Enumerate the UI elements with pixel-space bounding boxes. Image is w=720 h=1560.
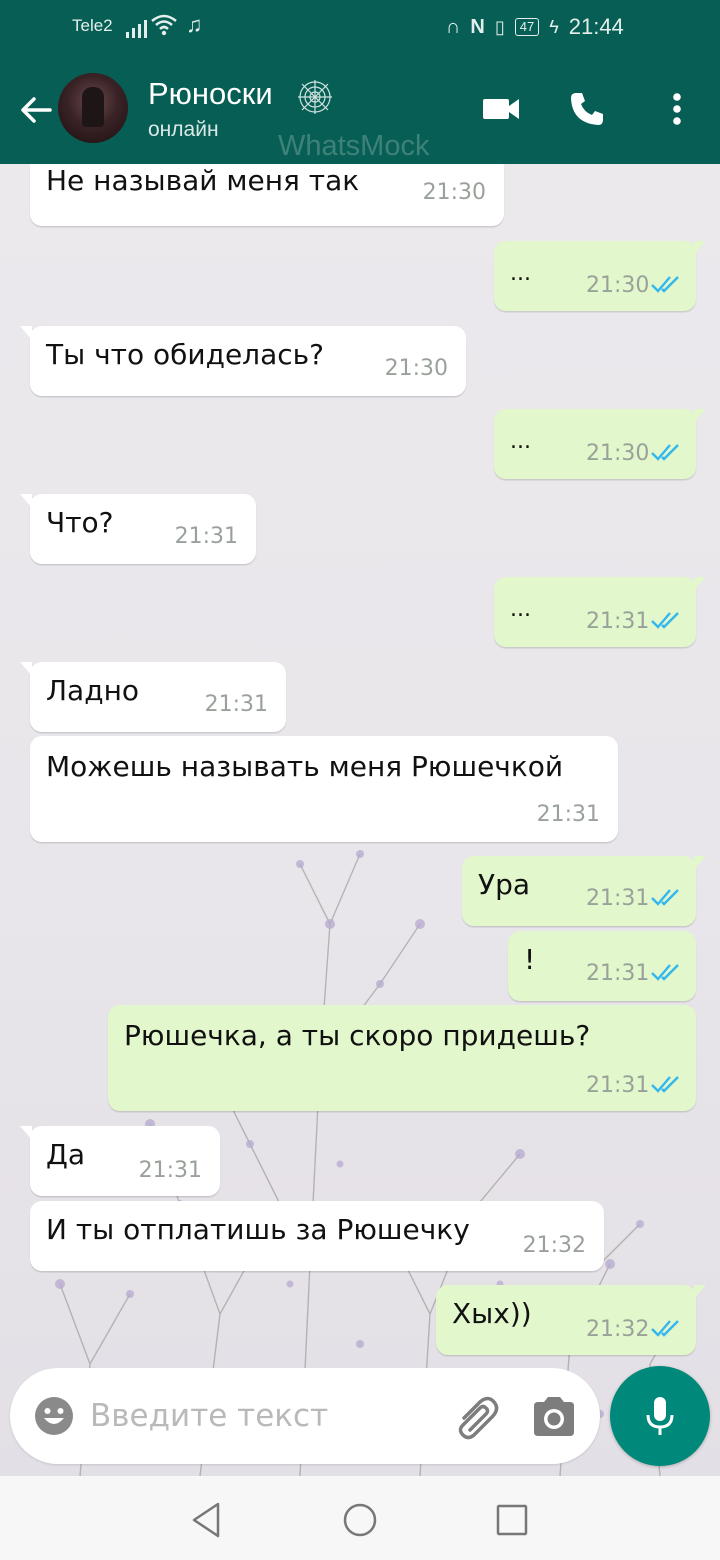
message-time: 21:30 xyxy=(422,180,486,205)
double-check-icon xyxy=(651,1320,679,1337)
nav-recents-icon[interactable] xyxy=(490,1498,534,1542)
paperclip-icon[interactable] xyxy=(450,1392,502,1444)
contact-name[interactable]: Рюноски xyxy=(148,76,273,112)
system-navigation-bar xyxy=(0,1476,720,1560)
message-text: ... xyxy=(510,261,531,286)
video-camera-icon xyxy=(483,99,519,119)
carrier-label: Tele2 xyxy=(72,16,113,35)
message-outgoing[interactable]: Ура 21:31 xyxy=(462,856,706,926)
message-text: Можешь называть меня Рюшечкой xyxy=(46,750,564,783)
message-text: ! xyxy=(524,943,536,976)
message-time: 21:32 xyxy=(522,1233,586,1258)
charging-icon: ϟ xyxy=(549,16,559,37)
message-text: Ладно xyxy=(46,674,140,707)
message-text: Хых)) xyxy=(452,1297,532,1330)
contact-status: онлайн xyxy=(148,118,219,141)
status-bar: Tele2 ♫ ∩ N ▯ 47 ϟ 21:44 xyxy=(0,0,720,54)
message-time: 21:30 xyxy=(384,356,448,381)
message-time: 21:31 xyxy=(174,524,238,549)
double-check-icon xyxy=(651,276,679,293)
message-text: Ура xyxy=(478,868,530,901)
message-text: Не называй меня так xyxy=(46,164,360,197)
message-text: Да xyxy=(46,1138,86,1171)
message-text: ... xyxy=(510,429,531,454)
message-outgoing[interactable]: ... 21:31 xyxy=(494,577,706,647)
more-options-button[interactable] xyxy=(652,84,702,134)
emoji-icon[interactable] xyxy=(34,1396,74,1436)
more-vert-icon xyxy=(673,93,681,125)
double-check-icon xyxy=(651,889,679,906)
music-note-icon: ♫ xyxy=(186,12,203,37)
message-incoming[interactable]: Ты что обиделась? 21:30 xyxy=(20,326,466,396)
message-text: Рюшечка, а ты скоро придешь? xyxy=(124,1019,591,1052)
message-outgoing[interactable]: ! 21:31 xyxy=(508,931,696,1001)
video-call-button[interactable] xyxy=(476,84,526,134)
message-time: 21:31 xyxy=(586,1073,650,1098)
message-outgoing[interactable]: Хых)) 21:32 xyxy=(436,1285,706,1355)
message-time: 21:31 xyxy=(586,961,650,986)
back-arrow-icon[interactable] xyxy=(16,90,56,130)
message-time: 21:31 xyxy=(138,1158,202,1183)
double-check-icon xyxy=(651,444,679,461)
double-check-icon xyxy=(651,612,679,629)
nfc-icon: N xyxy=(470,15,485,38)
message-text: Ты что обиделась? xyxy=(46,338,324,371)
signal-icon xyxy=(126,14,147,38)
nav-home-icon[interactable] xyxy=(338,1498,382,1542)
message-outgoing[interactable]: ... 21:30 xyxy=(494,241,706,311)
message-time: 21:31 xyxy=(204,692,268,717)
message-outgoing[interactable]: Рюшечка, а ты скоро придешь? 21:31 xyxy=(108,1005,696,1111)
watermark: WhatsMock xyxy=(278,130,430,162)
spider-web-icon xyxy=(298,80,332,114)
message-time: 21:32 xyxy=(586,1317,650,1342)
message-time: 21:30 xyxy=(586,441,650,466)
message-outgoing[interactable]: ... 21:30 xyxy=(494,409,706,479)
camera-icon[interactable] xyxy=(530,1394,578,1438)
message-incoming[interactable]: Ладно 21:31 xyxy=(20,662,286,732)
message-text: Что? xyxy=(46,506,114,539)
message-input[interactable]: Введите текст xyxy=(90,1398,328,1434)
message-time: 21:31 xyxy=(586,886,650,911)
microphone-icon xyxy=(646,1397,674,1435)
message-time: 21:30 xyxy=(586,273,650,298)
vibrate-icon: ▯ xyxy=(494,16,505,37)
battery-icon: 47 xyxy=(514,18,540,36)
message-time: 21:31 xyxy=(586,609,650,634)
message-time: 21:31 xyxy=(536,802,600,827)
nav-back-icon[interactable] xyxy=(184,1498,228,1542)
message-input-bar[interactable]: Введите текст xyxy=(10,1368,600,1464)
double-check-icon xyxy=(651,1076,679,1093)
chat-header: Рюноски онлайн WhatsMock xyxy=(0,54,720,164)
chat-area[interactable]: Не называй меня так 21:30 ... 21:30 Ты ч… xyxy=(0,164,720,1476)
voice-call-button[interactable] xyxy=(562,84,612,134)
wifi-icon xyxy=(151,14,177,36)
message-incoming[interactable]: Не называй меня так 21:30 xyxy=(30,164,504,226)
message-incoming[interactable]: Да 21:31 xyxy=(20,1126,220,1196)
status-time: 21:44 xyxy=(568,14,624,39)
message-incoming[interactable]: Можешь называть меня Рюшечкой 21:31 xyxy=(30,736,618,842)
message-text: И ты отплатишь за Рюшечку xyxy=(46,1213,470,1246)
message-text: ... xyxy=(510,597,531,622)
message-incoming[interactable]: И ты отплатишь за Рюшечку 21:32 xyxy=(30,1201,604,1271)
headphones-icon: ∩ xyxy=(446,15,461,38)
message-incoming[interactable]: Что? 21:31 xyxy=(20,494,256,564)
phone-icon xyxy=(571,93,603,125)
avatar[interactable] xyxy=(58,73,128,143)
double-check-icon xyxy=(651,964,679,981)
mic-button[interactable] xyxy=(610,1366,710,1466)
